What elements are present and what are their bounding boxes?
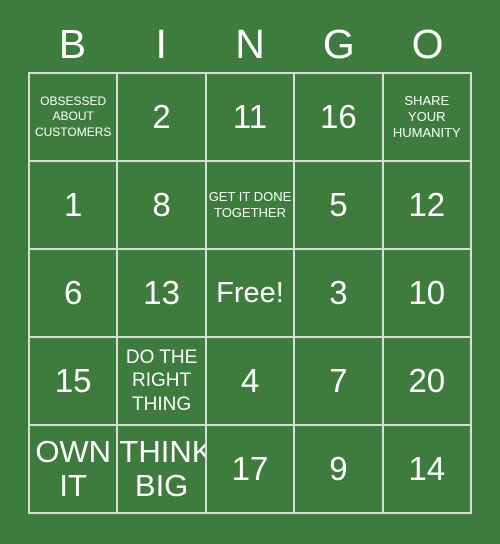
bingo-cell-number-label: 14 xyxy=(408,449,446,487)
bingo-cell-phrase-label: THINK BIG xyxy=(119,433,207,503)
bingo-cell-number-label: 17 xyxy=(231,449,269,487)
bingo-cell[interactable]: DO THE RIGHT THING xyxy=(118,338,207,426)
bingo-cell-phrase-label: OWN IT xyxy=(35,433,112,503)
header-letter-i: I xyxy=(155,20,167,67)
bingo-cell[interactable]: GET IT DONE TOGETHER xyxy=(206,162,296,250)
bingo-cell-phrase-label: DO THE RIGHT THING xyxy=(125,347,198,415)
bingo-cell-number-label: 8 xyxy=(152,185,171,223)
bingo-cell[interactable]: 15 xyxy=(30,338,119,426)
bingo-cell-number-label: 1 xyxy=(64,185,83,223)
bingo-cell[interactable]: THINK BIG xyxy=(118,426,207,514)
bingo-cell[interactable]: SHARE YOUR HUMANITY xyxy=(383,74,472,162)
bingo-cell[interactable]: 20 xyxy=(383,338,472,426)
header-letter-o: O xyxy=(411,20,444,67)
bingo-cell[interactable]: 4 xyxy=(206,338,296,426)
bingo-grid: OBSESSED ABOUT CUSTOMERS 2 11 16 SHARE YOUR … xyxy=(28,72,472,514)
bingo-cell[interactable]: 12 xyxy=(383,162,472,250)
bingo-cell[interactable]: 3 xyxy=(295,250,384,338)
bingo-cell[interactable]: 16 xyxy=(295,74,384,162)
bingo-cell-phrase-label: GET IT DONE TOGETHER xyxy=(208,188,292,220)
bingo-cell-number-label: 3 xyxy=(329,273,348,311)
bingo-cell[interactable]: 13 xyxy=(118,250,207,338)
bingo-cell-number-label: 11 xyxy=(232,97,268,135)
bingo-cell-number-label: 9 xyxy=(329,449,348,487)
header-letter-g: G xyxy=(322,20,355,67)
header-letter-n: N xyxy=(235,20,265,67)
bingo-cell-number-label: 13 xyxy=(143,273,180,311)
bingo-cell[interactable]: Free! xyxy=(206,250,296,338)
bingo-cell[interactable]: 7 xyxy=(295,338,384,426)
bingo-cell[interactable]: 2 xyxy=(118,74,207,162)
bingo-cell[interactable]: OBSESSED ABOUT CUSTOMERS xyxy=(30,74,119,162)
bingo-cell[interactable]: 1 xyxy=(30,162,119,250)
bingo-cell-number-label: 2 xyxy=(152,97,171,135)
bingo-cell-number-label: 15 xyxy=(54,361,92,399)
bingo-cell[interactable]: 17 xyxy=(206,426,296,514)
bingo-cell-number-label: 4 xyxy=(240,361,260,399)
bingo-cell[interactable]: 8 xyxy=(118,162,207,250)
bingo-cell-number-label: 10 xyxy=(408,273,446,311)
bingo-cell[interactable]: 5 xyxy=(295,162,384,250)
bingo-cell[interactable]: 6 xyxy=(30,250,119,338)
bingo-card: B I N G O OBSESSED ABOUT CUSTOMERS 2 11 16 S… xyxy=(0,0,500,544)
bingo-cell-phrase-label: SHARE YOUR HUMANITY xyxy=(392,92,461,141)
bingo-cell[interactable]: 9 xyxy=(295,426,384,514)
bingo-cell[interactable]: 14 xyxy=(383,426,472,514)
bingo-cell-number-label: 16 xyxy=(320,97,357,135)
bingo-cell[interactable]: 10 xyxy=(383,250,472,338)
bingo-header: B I N G O xyxy=(28,16,472,72)
bingo-cell[interactable]: 11 xyxy=(206,74,296,162)
bingo-cell-number-label: 12 xyxy=(408,185,446,223)
bingo-cell-number-label: 7 xyxy=(329,361,348,399)
bingo-cell-number-label: 20 xyxy=(408,361,446,399)
header-letter-b: B xyxy=(58,20,87,67)
bingo-cell-phrase-label: OBSESSED ABOUT CUSTOMERS xyxy=(34,93,112,139)
bingo-cell-number-label: 6 xyxy=(64,273,83,311)
bingo-cell[interactable]: OWN IT xyxy=(30,426,119,514)
bingo-cell-free-label: Free! xyxy=(216,276,284,309)
bingo-cell-number-label: 5 xyxy=(329,185,348,223)
